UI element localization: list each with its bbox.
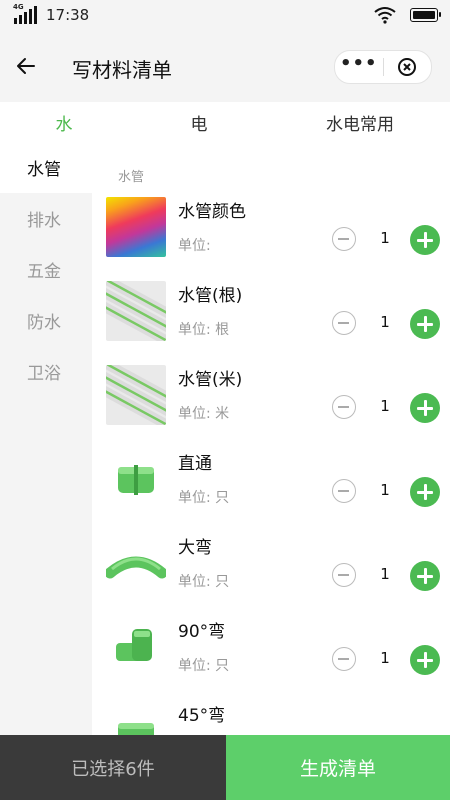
- list-item: 90°弯 单位: 只 1: [92, 609, 450, 693]
- item-unit: 单位: 米: [178, 406, 230, 422]
- status-bar: 4G 17:38: [0, 0, 450, 32]
- item-unit: 单位: 只: [178, 658, 230, 674]
- item-quantity: 1: [380, 229, 390, 247]
- network-type: 4G: [13, 3, 24, 11]
- close-circle-icon: [398, 58, 417, 76]
- pipes-thumbnail: [106, 281, 166, 341]
- item-name: 大弯: [178, 538, 212, 558]
- decrease-button[interactable]: [332, 647, 356, 671]
- generate-list-button[interactable]: 生成清单: [226, 735, 450, 800]
- list-item: 水管颜色 单位: 1: [92, 189, 450, 273]
- decrease-button[interactable]: [332, 395, 356, 419]
- item-unit: 单位: 只: [178, 574, 230, 590]
- cellular-signal-icon: 4G: [12, 3, 38, 24]
- decrease-button[interactable]: [332, 479, 356, 503]
- material-list: 水管 水管颜色 单位: 1 水管(根) 单位: 根 1 水管(米) 单位: 米 …: [92, 142, 450, 735]
- list-item: 大弯 单位: 只 1: [92, 525, 450, 609]
- section-title: 水管: [118, 170, 145, 185]
- decrease-button[interactable]: [332, 563, 356, 587]
- pipes-thumbnail: [106, 365, 166, 425]
- item-quantity: 1: [380, 313, 390, 331]
- page-title: 写材料清单: [72, 58, 172, 82]
- list-item: 直通 单位: 只 1: [92, 441, 450, 525]
- sidebar: 水管 排水 五金 防水 卫浴: [0, 142, 92, 735]
- tab-electric[interactable]: 电: [128, 102, 270, 142]
- sidebar-item-pipe[interactable]: 水管: [0, 142, 92, 193]
- increase-button[interactable]: [410, 393, 440, 423]
- elbow-90-thumbnail: [106, 617, 166, 677]
- wifi-icon: [374, 7, 396, 24]
- tab-water[interactable]: 水: [0, 102, 128, 142]
- item-name: 水管(米): [178, 370, 243, 390]
- increase-button[interactable]: [410, 645, 440, 675]
- increase-button[interactable]: [410, 477, 440, 507]
- increase-button[interactable]: [410, 225, 440, 255]
- sidebar-item-hardware[interactable]: 五金: [0, 244, 92, 295]
- item-quantity: 1: [380, 397, 390, 415]
- item-name: 水管(根): [178, 286, 243, 306]
- close-button[interactable]: [383, 51, 431, 83]
- decrease-button[interactable]: [332, 227, 356, 251]
- pipe-color-thumbnail: [106, 197, 166, 257]
- tab-common[interactable]: 水电常用: [270, 102, 450, 142]
- item-name: 水管颜色: [178, 202, 246, 222]
- sidebar-item-waterproof[interactable]: 防水: [0, 295, 92, 346]
- item-unit: 单位: 根: [178, 322, 230, 338]
- bottom-bar: 已选择6件 生成清单: [0, 735, 450, 800]
- item-quantity: 1: [380, 649, 390, 667]
- status-time: 17:38: [46, 6, 90, 24]
- item-quantity: 1: [380, 565, 390, 583]
- more-dots-icon: •••: [339, 53, 378, 74]
- mini-program-capsule: •••: [334, 50, 432, 84]
- list-item: 水管(米) 单位: 米 1: [92, 357, 450, 441]
- list-item: 45°弯: [92, 693, 450, 735]
- more-button[interactable]: •••: [335, 51, 383, 83]
- sidebar-item-bathroom[interactable]: 卫浴: [0, 346, 92, 397]
- back-arrow-icon[interactable]: [14, 54, 38, 78]
- straight-coupling-thumbnail: [106, 449, 166, 509]
- increase-button[interactable]: [410, 309, 440, 339]
- nav-bar: 写材料清单 •••: [0, 32, 450, 102]
- elbow-45-thumbnail: [106, 701, 166, 735]
- item-name: 直通: [178, 454, 212, 474]
- sidebar-item-drainage[interactable]: 排水: [0, 193, 92, 244]
- category-tabs: 水 电 水电常用: [0, 102, 450, 143]
- decrease-button[interactable]: [332, 311, 356, 335]
- large-bend-thumbnail: [106, 533, 166, 593]
- item-unit: 单位: 只: [178, 490, 230, 506]
- battery-icon: [410, 8, 441, 22]
- item-quantity: 1: [380, 481, 390, 499]
- item-unit: 单位:: [178, 238, 211, 254]
- selected-count[interactable]: 已选择6件: [0, 735, 226, 800]
- list-item: 水管(根) 单位: 根 1: [92, 273, 450, 357]
- increase-button[interactable]: [410, 561, 440, 591]
- item-name: 45°弯: [178, 706, 226, 726]
- item-name: 90°弯: [178, 622, 226, 642]
